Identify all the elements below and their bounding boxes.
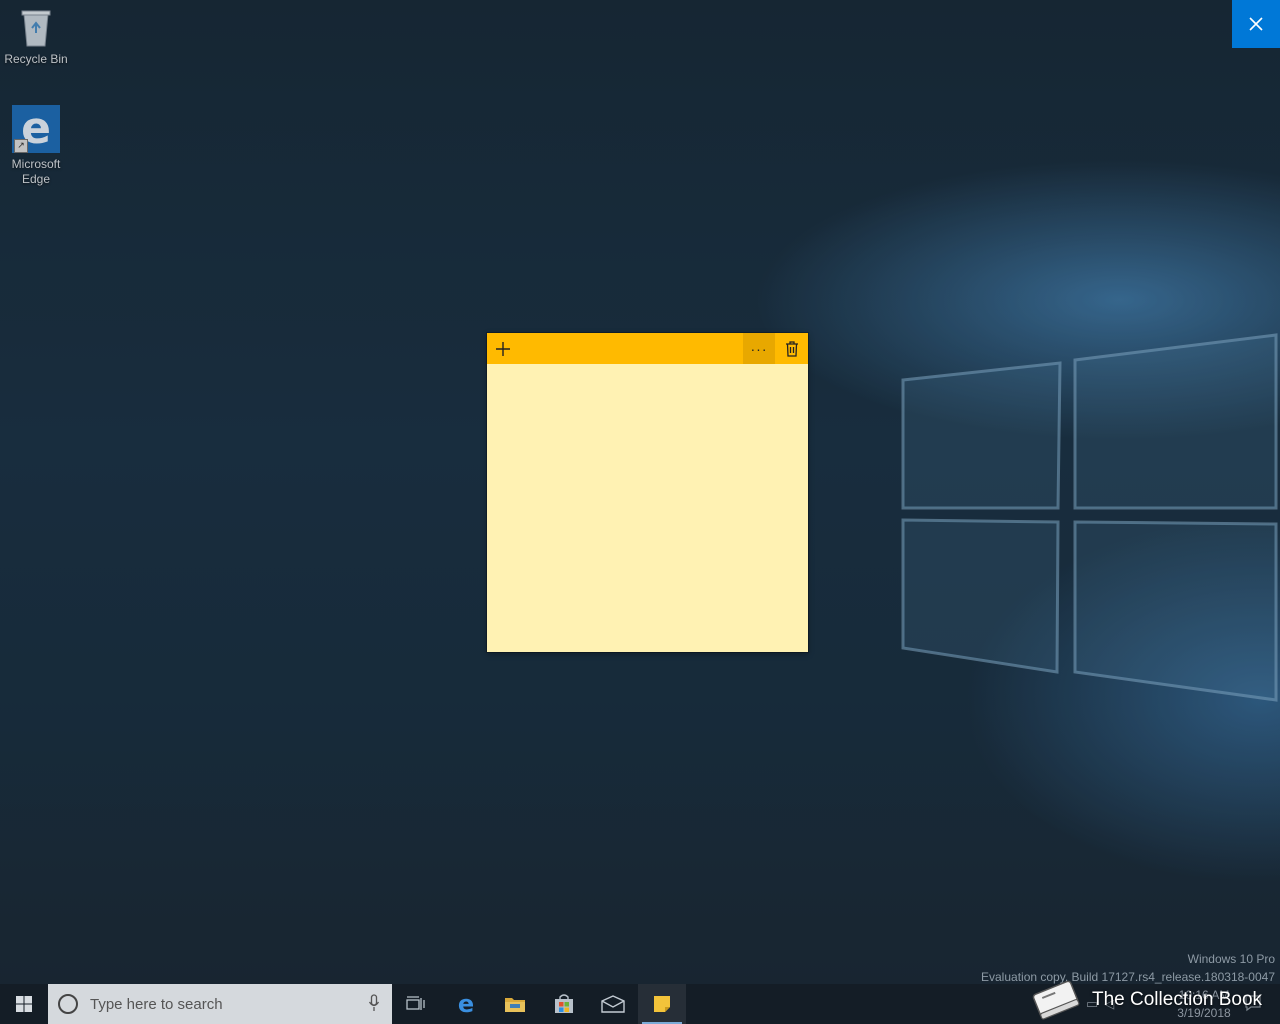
mail-icon <box>601 995 625 1013</box>
note-text-area[interactable] <box>487 364 808 652</box>
edition-text: Windows 10 Pro <box>1187 952 1275 966</box>
close-button[interactable] <box>1232 0 1280 48</box>
taskbar-edge-button[interactable]: e <box>442 984 490 1024</box>
task-view-icon <box>406 996 425 1010</box>
sticky-notes-icon <box>654 996 670 1012</box>
menu-button[interactable]: ··· <box>743 333 775 364</box>
book-icon <box>1032 980 1080 1020</box>
windows-start-icon <box>16 996 32 1012</box>
taskbar-file-explorer-button[interactable] <box>491 984 539 1024</box>
add-note-button[interactable] <box>487 333 519 364</box>
more-icon: ··· <box>750 340 768 357</box>
microphone-icon[interactable] <box>368 994 380 1017</box>
search-box[interactable]: Type here to search <box>48 984 392 1024</box>
plus-icon <box>496 341 510 356</box>
task-view-button[interactable] <box>392 984 440 1024</box>
taskbar-mail-button[interactable] <box>589 984 637 1024</box>
taskbar-store-button[interactable] <box>540 984 588 1024</box>
brand-text: The Collection Book <box>1092 989 1263 1010</box>
cortana-icon <box>58 994 78 1014</box>
sticky-note-window: ··· <box>487 333 808 652</box>
brand-watermark: The Collection Book <box>1028 976 1262 1024</box>
start-button[interactable] <box>0 984 48 1024</box>
sticky-note-header[interactable]: ··· <box>487 333 808 364</box>
edge-icon: e <box>457 990 475 1018</box>
store-icon <box>555 994 573 1013</box>
taskbar-sticky-notes-button[interactable] <box>638 984 686 1024</box>
close-icon <box>1249 17 1263 31</box>
folder-icon <box>505 998 525 1012</box>
search-placeholder: Type here to search <box>90 995 223 1013</box>
delete-note-button[interactable] <box>776 333 808 364</box>
trash-icon <box>786 340 798 357</box>
